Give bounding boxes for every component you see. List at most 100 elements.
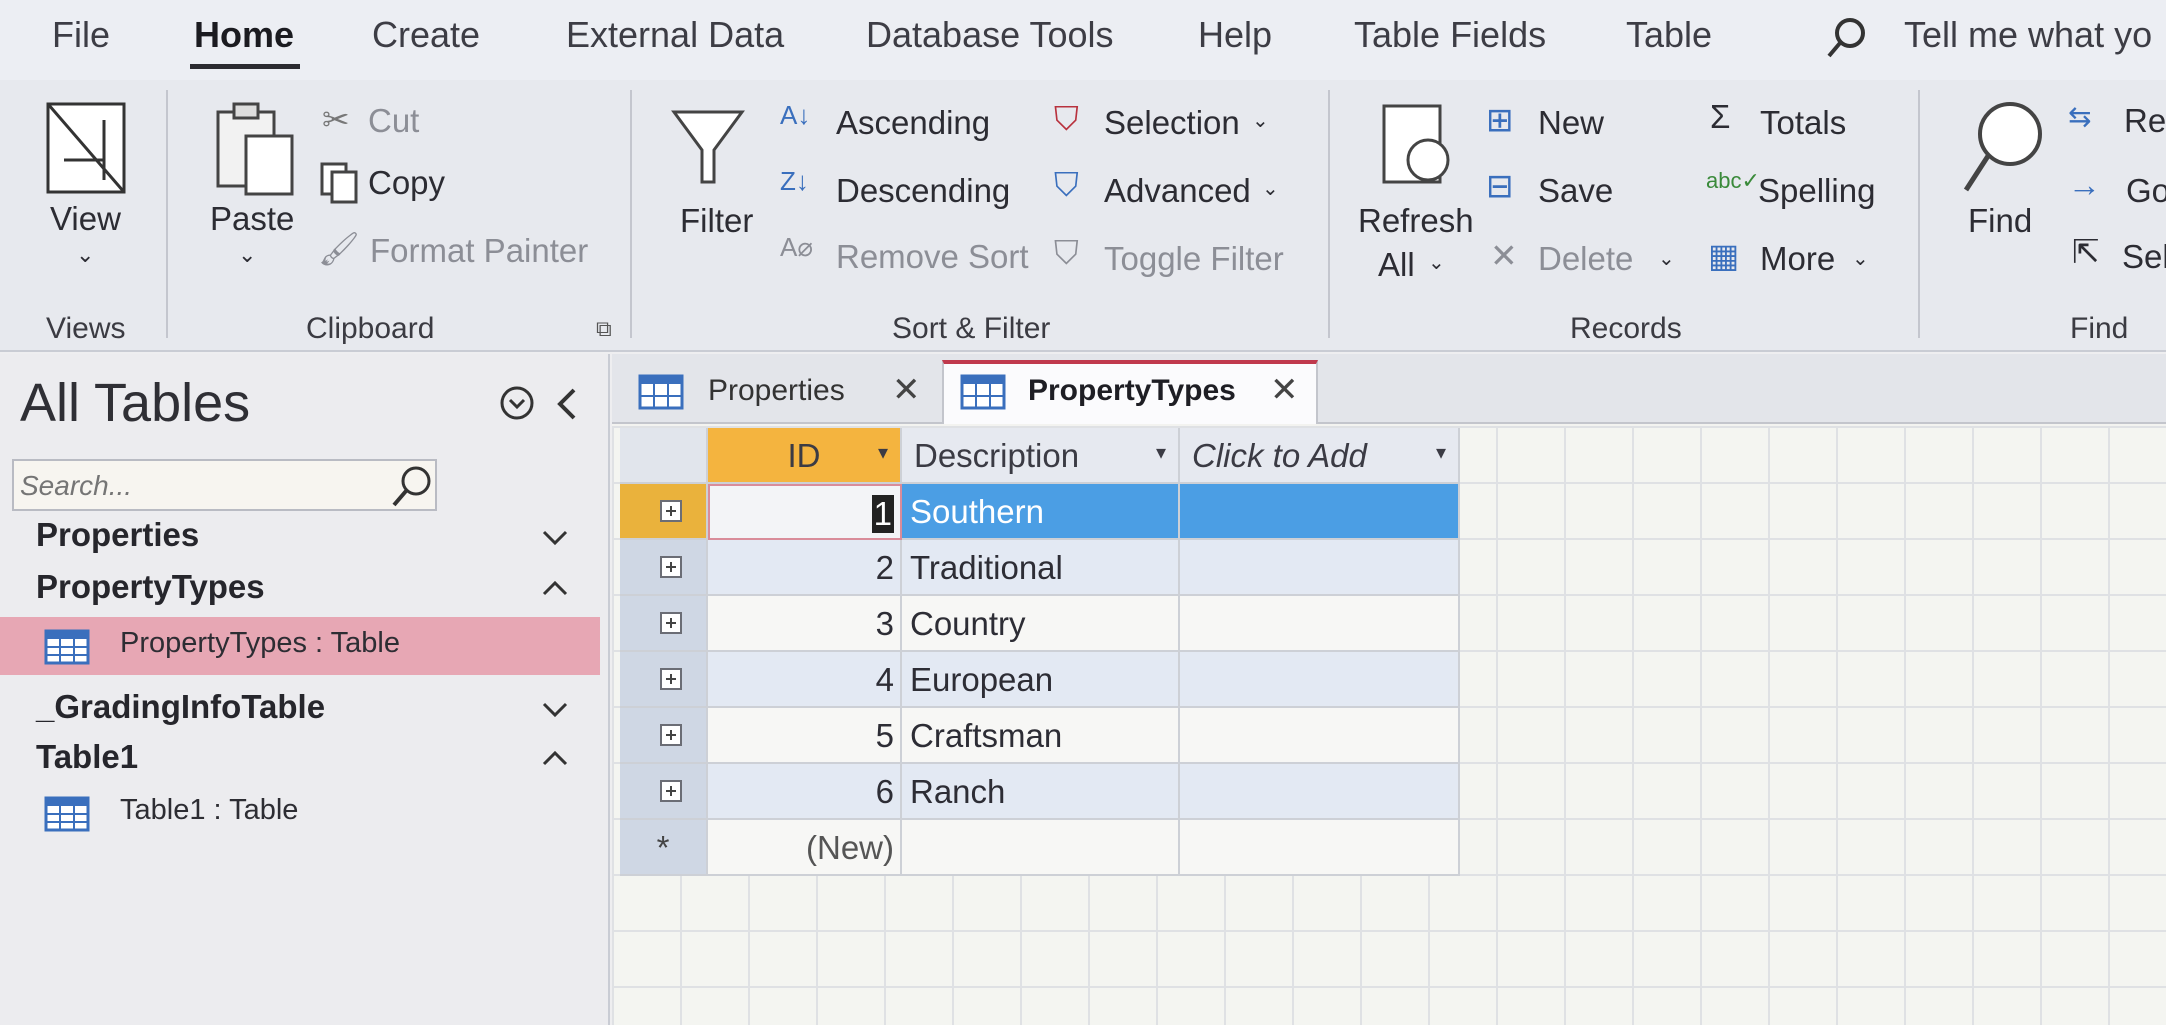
sort-dropdown-icon[interactable]: ▾: [1436, 440, 1446, 465]
chevron-up-icon[interactable]: [540, 578, 570, 598]
nav-group-properties[interactable]: Properties: [36, 516, 199, 554]
empty-cell[interactable]: [1180, 540, 1460, 596]
view-dropdown-icon[interactable]: ⌄: [76, 242, 94, 268]
doc-tab-properties[interactable]: Properties ✕: [626, 360, 936, 424]
toggle-filter-button[interactable]: Toggle Filter: [1104, 240, 1284, 278]
paste-icon[interactable]: [212, 102, 296, 198]
nav-item-table1-table[interactable]: Table1 : Table: [0, 784, 600, 842]
select-all-corner[interactable]: [620, 428, 708, 484]
refresh-all-button[interactable]: All: [1378, 246, 1415, 284]
id-cell[interactable]: 3: [708, 596, 902, 652]
id-cell[interactable]: 6: [708, 764, 902, 820]
expand-icon[interactable]: [660, 724, 682, 746]
goto-icon[interactable]: →: [2068, 166, 2101, 204]
advanced-button[interactable]: Advanced: [1104, 172, 1251, 210]
record-selector[interactable]: [620, 708, 708, 764]
selection-dropdown-icon[interactable]: ⌄: [1252, 108, 1269, 133]
column-header-id[interactable]: ID ▾: [708, 428, 902, 484]
id-cell[interactable]: 1: [708, 484, 902, 540]
filter-button[interactable]: Filter: [680, 202, 753, 240]
record-selector[interactable]: [620, 540, 708, 596]
nav-item-propertytypes-table[interactable]: PropertyTypes : Table: [0, 617, 600, 675]
empty-cell[interactable]: [1180, 708, 1460, 764]
ascending-button[interactable]: Ascending: [836, 104, 990, 142]
delete-button[interactable]: Delete: [1538, 240, 1633, 278]
remove-sort-icon[interactable]: A⌀: [780, 232, 813, 263]
clipboard-launcher-icon[interactable]: ⧉: [596, 316, 612, 342]
advanced-dropdown-icon[interactable]: ⌄: [1262, 176, 1279, 201]
id-cell-new[interactable]: (New): [708, 820, 902, 876]
goto-button[interactable]: Go: [2126, 172, 2166, 210]
totals-icon[interactable]: Σ: [1710, 98, 1730, 136]
view-button[interactable]: View: [50, 200, 121, 238]
record-selector[interactable]: [620, 764, 708, 820]
refresh-button[interactable]: Refresh: [1358, 202, 1474, 240]
descending-button[interactable]: Descending: [836, 172, 1010, 210]
more-dropdown-icon[interactable]: ⌄: [1852, 246, 1869, 271]
sort-descending-icon[interactable]: Z↓: [780, 166, 809, 197]
expand-icon[interactable]: [660, 780, 682, 802]
find-icon[interactable]: [1960, 98, 2046, 198]
new-record-marker[interactable]: *: [620, 820, 708, 876]
collapse-pane-icon[interactable]: [552, 386, 582, 422]
tab-table-fields[interactable]: Table Fields: [1354, 14, 1546, 56]
spelling-icon[interactable]: abc✓: [1706, 168, 1760, 194]
column-header-description[interactable]: Description ▾: [902, 428, 1180, 484]
tab-home[interactable]: Home: [194, 14, 294, 56]
view-icon[interactable]: [44, 100, 128, 196]
chevron-down-icon[interactable]: [540, 528, 570, 548]
empty-cell[interactable]: [1180, 820, 1460, 876]
empty-cell[interactable]: [1180, 596, 1460, 652]
description-cell[interactable]: European: [902, 652, 1180, 708]
id-cell[interactable]: 2: [708, 540, 902, 596]
selection-button[interactable]: Selection: [1104, 104, 1240, 142]
format-painter-button[interactable]: Format Painter: [370, 232, 588, 270]
paste-dropdown-icon[interactable]: ⌄: [238, 242, 256, 268]
search-icon[interactable]: [390, 463, 434, 509]
new-record-button[interactable]: New: [1538, 104, 1604, 142]
save-record-button[interactable]: Save: [1538, 172, 1613, 210]
select-cursor-icon[interactable]: ⇱: [2072, 232, 2100, 271]
expand-icon[interactable]: [660, 556, 682, 578]
record-selector[interactable]: [620, 652, 708, 708]
copy-button[interactable]: Copy: [368, 164, 445, 202]
copy-icon[interactable]: [318, 160, 362, 204]
save-record-icon[interactable]: ⊟: [1486, 166, 1514, 205]
id-cell[interactable]: 4: [708, 652, 902, 708]
nav-group-propertytypes[interactable]: PropertyTypes: [36, 568, 265, 606]
sort-dropdown-icon[interactable]: ▾: [1156, 440, 1166, 465]
remove-sort-button[interactable]: Remove Sort: [836, 238, 1029, 276]
id-cell[interactable]: 5: [708, 708, 902, 764]
description-cell[interactable]: Southern: [902, 484, 1180, 540]
cut-icon[interactable]: ✂: [322, 100, 350, 139]
sort-ascending-icon[interactable]: A↓: [780, 100, 810, 131]
tab-table[interactable]: Table: [1626, 14, 1712, 56]
tab-create[interactable]: Create: [372, 14, 480, 56]
toggle-filter-icon[interactable]: ⛉: [1054, 234, 1079, 273]
nav-pane-title[interactable]: All Tables: [20, 372, 250, 434]
refresh-dropdown-icon[interactable]: ⌄: [1428, 250, 1445, 275]
expand-icon[interactable]: [660, 612, 682, 634]
refresh-icon[interactable]: [1378, 102, 1462, 194]
delete-icon[interactable]: ✕: [1490, 236, 1518, 275]
close-icon[interactable]: ✕: [1270, 370, 1299, 410]
tab-file[interactable]: File: [52, 14, 110, 56]
new-record-icon[interactable]: ⊞: [1486, 100, 1514, 139]
format-painter-icon[interactable]: 🖌: [318, 230, 360, 269]
replace-button[interactable]: Re: [2124, 102, 2166, 140]
more-button[interactable]: More: [1760, 240, 1835, 278]
nav-search-input[interactable]: [20, 469, 350, 503]
description-cell[interactable]: [902, 820, 1180, 876]
replace-icon[interactable]: ⇆: [2068, 100, 2091, 133]
doc-tab-propertytypes[interactable]: PropertyTypes ✕: [942, 360, 1318, 424]
tab-help[interactable]: Help: [1198, 14, 1272, 56]
spelling-button[interactable]: Spelling: [1758, 172, 1875, 210]
select-button[interactable]: Sel: [2122, 238, 2166, 276]
paste-button[interactable]: Paste: [210, 200, 294, 238]
nav-group-table1[interactable]: Table1: [36, 738, 138, 776]
empty-cell[interactable]: [1180, 652, 1460, 708]
more-icon[interactable]: ▦: [1708, 236, 1739, 275]
delete-dropdown-icon[interactable]: ⌄: [1658, 246, 1675, 271]
tell-me-box[interactable]: Tell me what yo: [1904, 14, 2152, 56]
cut-button[interactable]: Cut: [368, 102, 419, 140]
